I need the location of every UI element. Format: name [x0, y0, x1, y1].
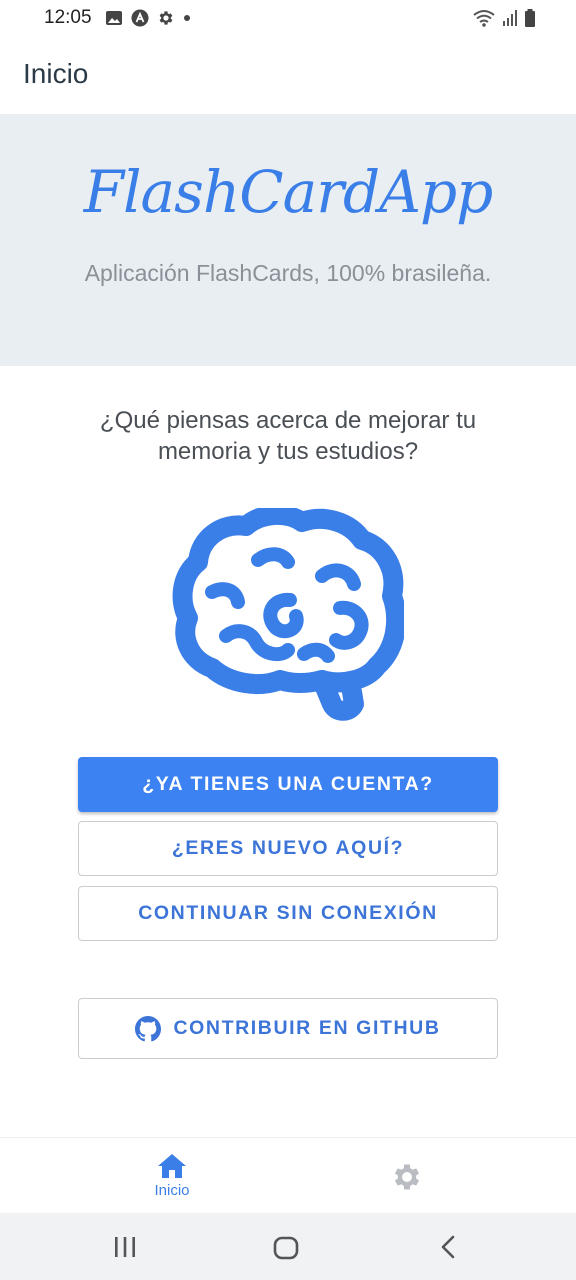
register-button[interactable]: ¿ERES NUEVO AQUÍ?	[78, 821, 498, 876]
bottom-tab-bar: Inicio	[0, 1137, 576, 1214]
dot-icon	[184, 15, 190, 21]
status-right-icons	[472, 8, 536, 28]
tab-home[interactable]: Inicio	[120, 1152, 224, 1208]
github-button-label: CONTRIBUIR EN GITHUB	[173, 1017, 441, 1039]
brain-icon	[172, 508, 404, 721]
gear-icon	[394, 1164, 420, 1190]
intro-question: ¿Qué piensas acerca de mejorar tu memori…	[99, 407, 477, 465]
github-button[interactable]: CONTRIBUIR EN GITHUB	[78, 998, 498, 1059]
recents-icon[interactable]	[112, 1235, 138, 1259]
wifi-icon	[473, 10, 495, 27]
page-title: Inicio	[23, 58, 89, 89]
app-icon	[131, 9, 149, 27]
app-logo-title: FlashCardApp	[83, 158, 493, 226]
app-subtitle: Aplicación FlashCards, 100% brasileña.	[84, 260, 492, 286]
home-nav-icon[interactable]	[273, 1236, 299, 1260]
tab-settings[interactable]	[380, 1160, 434, 1200]
status-bar: 12:05	[0, 0, 576, 40]
tab-home-label: Inicio	[154, 1182, 190, 1199]
home-icon	[158, 1154, 186, 1178]
hero-banner: FlashCardApp Aplicación FlashCards, 100%…	[0, 114, 576, 366]
offline-button[interactable]: CONTINUAR SIN CONEXIÓN	[78, 886, 498, 941]
image-icon	[106, 11, 122, 25]
status-left-icons	[105, 8, 191, 28]
github-icon	[135, 1015, 162, 1041]
signal-icon	[503, 10, 517, 26]
battery-icon	[525, 9, 535, 27]
app-header: Inicio	[0, 40, 576, 114]
system-nav-bar	[0, 1213, 576, 1280]
status-time: 12:05	[44, 7, 92, 28]
back-icon[interactable]	[438, 1235, 458, 1259]
login-button[interactable]: ¿YA TIENES UNA CUENTA?	[78, 757, 498, 812]
gear-icon	[159, 11, 173, 25]
